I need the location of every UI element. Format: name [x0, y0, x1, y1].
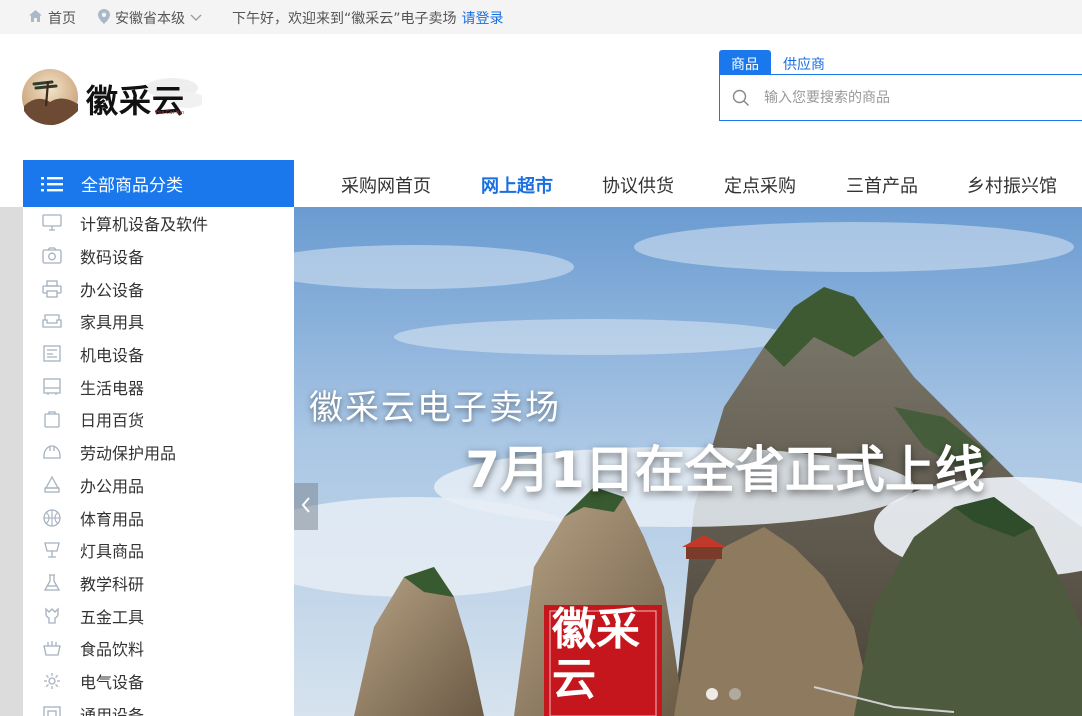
logo-subtext: Hui Cai Yun — [156, 110, 185, 116]
home-link[interactable]: 首页 — [28, 8, 76, 28]
location-pin-icon — [98, 8, 110, 28]
home-icon — [28, 9, 43, 27]
category-label: 教学科研 — [80, 574, 145, 594]
greeting-text: 下午好，欢迎来到“徽采云”电子卖场 — [232, 11, 457, 27]
banner-seal-text: 徽采云 — [552, 604, 640, 705]
category-item-general-equipment[interactable]: 通用设备 — [23, 697, 294, 716]
category-item-electrical[interactable]: 电气设备 — [23, 665, 294, 698]
nav-item-rural-revitalization[interactable]: 乡村振兴馆 — [967, 172, 1057, 198]
banner-prev-button[interactable] — [294, 483, 318, 530]
nav-item-agreement-supply[interactable]: 协议供货 — [602, 172, 674, 198]
location-selector[interactable]: 安徽省本级 — [98, 8, 202, 28]
category-label: 家具用具 — [80, 313, 145, 333]
category-label: 灯具商品 — [80, 542, 145, 562]
home-label: 首页 — [48, 11, 76, 27]
search-icon[interactable] — [732, 89, 750, 107]
search-tab-goods[interactable]: 商品 — [719, 50, 771, 74]
search-box — [719, 74, 1082, 121]
chevron-left-icon — [301, 496, 311, 518]
category-item-computer[interactable]: 计算机设备及软件 — [23, 207, 294, 240]
search-tabs: 商品 供应商 — [719, 50, 837, 74]
machine-icon — [41, 343, 63, 365]
flask-icon — [41, 572, 63, 594]
location-label: 安徽省本级 — [115, 11, 185, 27]
gear-icon — [41, 670, 63, 692]
category-item-teaching-research[interactable]: 教学科研 — [23, 567, 294, 600]
category-item-furniture[interactable]: 家具用具 — [23, 305, 294, 338]
nav-item-designated-procurement[interactable]: 定点采购 — [724, 172, 796, 198]
category-label: 数码设备 — [80, 248, 145, 268]
monitor-icon — [41, 212, 63, 234]
sofa-icon — [41, 310, 63, 332]
nav-item-procurement-home[interactable]: 采购网首页 — [341, 172, 431, 198]
ball-icon — [41, 507, 63, 529]
carousel-dot-1[interactable] — [706, 688, 718, 700]
camera-icon — [41, 245, 63, 267]
search-tab-supplier[interactable]: 供应商 — [771, 50, 837, 74]
category-label: 五金工具 — [80, 607, 145, 627]
search-input[interactable] — [764, 82, 1064, 113]
category-label: 食品饮料 — [80, 640, 145, 660]
top-bar: 首页 安徽省本级 下午好，欢迎来到“徽采云”电子卖场 请登录 — [0, 0, 1082, 34]
category-item-sports[interactable]: 体育用品 — [23, 501, 294, 534]
category-item-electromechanical[interactable]: 机电设备 — [23, 338, 294, 371]
nav-item-first-products[interactable]: 三首产品 — [846, 172, 918, 198]
category-item-hardware-tools[interactable]: 五金工具 — [23, 599, 294, 632]
login-link[interactable]: 请登录 — [462, 8, 504, 28]
device-icon — [41, 703, 63, 716]
category-label: 计算机设备及软件 — [80, 215, 209, 235]
lamp-icon — [41, 539, 63, 561]
category-label: 通用设备 — [80, 705, 145, 716]
printer-icon — [41, 278, 63, 300]
site-logo[interactable]: 徽采云 Hui Cai Yun — [22, 66, 205, 128]
category-item-food-beverage[interactable]: 食品饮料 — [23, 632, 294, 665]
category-label: 办公设备 — [80, 280, 145, 300]
carousel-dot-2[interactable] — [729, 688, 741, 700]
main-nav: 采购网首页 网上超市 协议供货 定点采购 三首产品 乡村振兴馆 — [0, 172, 1082, 202]
chevron-down-icon — [190, 10, 202, 26]
category-label: 机电设备 — [80, 346, 145, 366]
wrench-icon — [41, 605, 63, 627]
category-label: 电气设备 — [80, 672, 145, 692]
nav-item-online-supermarket[interactable]: 网上超市 — [481, 172, 553, 198]
food-icon — [41, 637, 63, 659]
category-item-lighting[interactable]: 灯具商品 — [23, 534, 294, 567]
banner-subtitle: 徽采云电子卖场 — [309, 388, 561, 428]
category-item-digital[interactable]: 数码设备 — [23, 240, 294, 273]
category-item-office-equipment[interactable]: 办公设备 — [23, 272, 294, 305]
category-label: 体育用品 — [80, 509, 145, 529]
banner-title: 7月1日在全省正式上线 — [465, 441, 985, 499]
